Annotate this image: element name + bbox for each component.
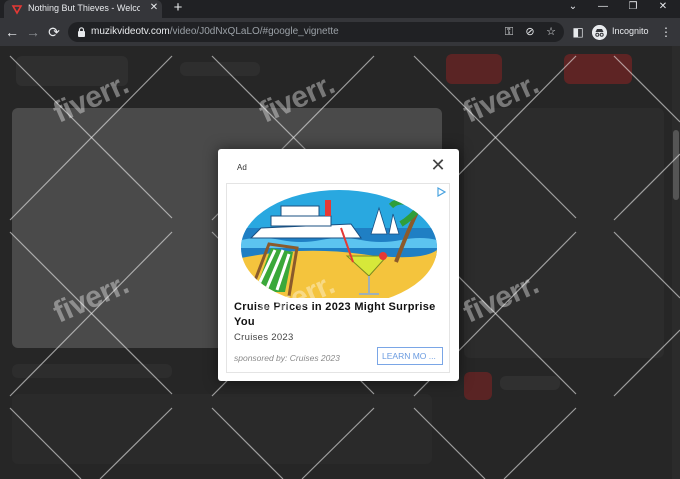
forward-button[interactable]: → [25,24,41,40]
cruise-beach-illustration[interactable] [241,188,437,298]
tab-strip: Nothing But Thieves - Welcome ✕ + ⌄ — ❐ … [0,0,680,18]
ad-close-icon[interactable]: ✕ [430,156,446,174]
browser-toolbar: ← → ⟳ muzikvideotv.com/video/J0dNxQLaLO/… [0,18,680,46]
tab-title: Nothing But Thieves - Welcome [28,3,140,13]
menu-icon[interactable]: ⋮ [658,24,674,40]
ad-vignette[interactable]: Ad ✕ Cruise Prices in 2023 Might Surpris… [218,149,459,381]
blurred-red-button-2 [564,54,632,84]
tab-search-dropdown-icon[interactable]: ⌄ [562,0,584,14]
address-bar[interactable]: muzikvideotv.com/video/J0dNxQLaLO/#googl… [68,22,564,42]
key-icon[interactable]: ⚿ [502,25,516,39]
reload-button[interactable]: ⟳ [46,24,62,40]
ad-label: Ad [237,163,247,172]
scroll-thumb[interactable] [673,130,679,200]
back-button[interactable]: ← [4,24,20,40]
blurred-red-button [446,54,502,84]
url-text: muzikvideotv.com/video/J0dNxQLaLO/#googl… [91,26,339,37]
lock-icon[interactable] [77,27,86,37]
restore-button[interactable]: ❐ [622,0,644,14]
side-panel-icon[interactable]: ◧ [570,24,586,40]
new-tab-button[interactable]: + [170,0,186,16]
blurred-badge [464,372,492,400]
browser-tab[interactable]: Nothing But Thieves - Welcome ✕ [4,0,162,18]
url-path: /video/J0dNxQLaLO/#google_vignette [169,26,339,37]
ad-creative[interactable]: Cruise Prices in 2023 Might Surprise You… [226,183,450,373]
ad-subtitle: Cruises 2023 [234,332,294,343]
incognito-label[interactable]: Incognito [612,26,649,36]
ad-sponsor: sponsored by: Cruises 2023 [234,353,340,363]
page-scrollbar[interactable] [672,46,680,479]
bookmark-star-icon[interactable]: ☆ [544,25,558,39]
incognito-icon[interactable] [592,25,607,40]
blurred-title [12,364,172,378]
adchoices-icon[interactable] [436,187,446,197]
minimize-button[interactable]: — [592,0,614,14]
eye-off-icon[interactable]: ⊘ [523,25,537,39]
blurred-nav [180,62,260,76]
tab-close-icon[interactable]: ✕ [148,2,160,14]
blurred-text [500,376,560,390]
window-close-button[interactable]: ✕ [652,0,674,14]
learn-more-button[interactable]: LEARN MO ... [377,347,443,365]
blurred-description [12,394,432,464]
site-favicon-icon [11,5,23,15]
url-host: muzikvideotv.com [91,26,170,37]
